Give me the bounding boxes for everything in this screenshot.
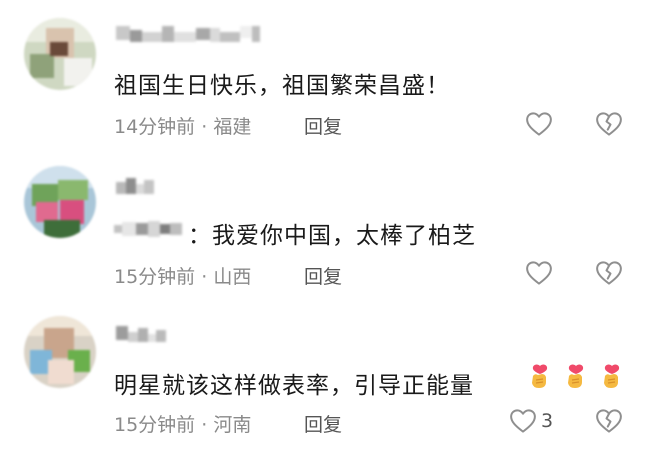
broken-heart-icon[interactable] bbox=[594, 258, 624, 288]
comment-item: ：我爱你中国，太棒了柏芝 15分钟前 · 山西 回复 bbox=[0, 150, 660, 300]
comment-time: 15分钟前 bbox=[114, 266, 196, 288]
reply-button[interactable]: 回复 bbox=[304, 410, 342, 437]
meta-separator: · bbox=[195, 266, 214, 288]
broken-heart-icon[interactable] bbox=[594, 109, 624, 139]
comment-meta: 15分钟前 · 河南 bbox=[114, 410, 251, 437]
comment-location: 福建 bbox=[213, 116, 252, 138]
avatar[interactable] bbox=[24, 18, 96, 90]
comment-time: 14分钟前 bbox=[114, 116, 196, 138]
mention-blurred[interactable] bbox=[114, 216, 194, 242]
finger-heart-emoji bbox=[526, 362, 554, 390]
username-blurred[interactable] bbox=[116, 326, 166, 348]
username-blurred[interactable] bbox=[116, 26, 260, 48]
comment-text: 明星就该这样做表率，引导正能量 bbox=[114, 373, 474, 399]
avatar[interactable] bbox=[24, 316, 96, 388]
heart-outline-icon[interactable] bbox=[524, 109, 554, 139]
finger-heart-emoji bbox=[562, 362, 590, 390]
comment-item: 明星就该这样做表率，引导正能量 15分钟前 · 河南 回复 3 bbox=[0, 300, 660, 450]
comment-text: ：我爱你中国，太棒了柏芝 bbox=[188, 223, 476, 249]
finger-heart-emoji bbox=[598, 362, 626, 390]
meta-separator: · bbox=[195, 116, 214, 138]
like-count: 3 bbox=[541, 410, 554, 432]
comment-meta: 14分钟前 · 福建 bbox=[114, 112, 251, 139]
reply-button[interactable]: 回复 bbox=[304, 112, 342, 139]
comment-location: 河南 bbox=[213, 414, 252, 436]
heart-outline-icon[interactable] bbox=[524, 258, 554, 288]
avatar[interactable] bbox=[24, 166, 96, 238]
username-blurred[interactable] bbox=[116, 178, 154, 200]
broken-heart-icon[interactable] bbox=[594, 406, 624, 436]
comment-item: 祖国生日快乐，祖国繁荣昌盛！ 14分钟前 · 福建 回复 bbox=[0, 0, 660, 150]
comment-location: 山西 bbox=[213, 266, 252, 288]
heart-outline-icon[interactable] bbox=[508, 406, 538, 436]
comment-time: 15分钟前 bbox=[114, 414, 196, 436]
comment-meta: 15分钟前 · 山西 bbox=[114, 262, 251, 289]
reply-button[interactable]: 回复 bbox=[304, 262, 342, 289]
meta-separator: · bbox=[195, 414, 214, 436]
comment-text: 祖国生日快乐，祖国繁荣昌盛！ bbox=[114, 73, 450, 99]
